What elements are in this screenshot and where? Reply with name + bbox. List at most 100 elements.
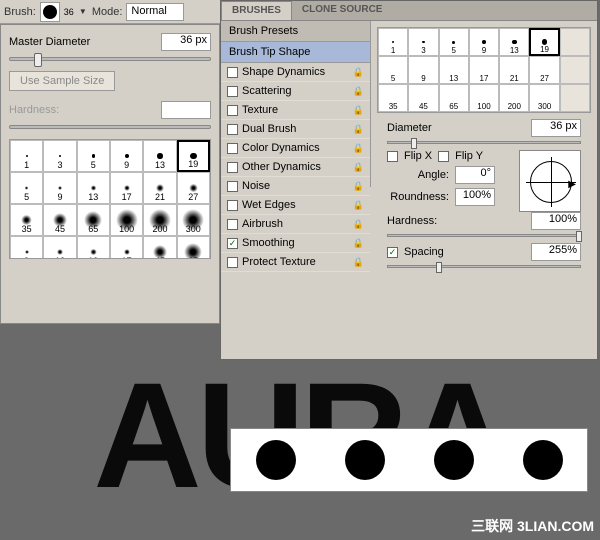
tip-shape-cell[interactable]: 35 [378, 84, 408, 112]
brush-preset-cell[interactable]: 65 [177, 236, 210, 259]
brush-preset-picker[interactable] [40, 2, 60, 22]
brush-preset-cell[interactable]: 17 [110, 236, 143, 259]
spacing-checkbox[interactable]: ✓ [387, 247, 398, 258]
lock-icon: 🔒 [353, 181, 364, 192]
brush-preset-cell[interactable]: 3 [43, 140, 76, 172]
brush-preset-cell[interactable]: 9 [10, 236, 43, 259]
tip-shape-cell[interactable]: 5 [378, 56, 408, 84]
master-diameter-slider[interactable] [9, 57, 211, 61]
brush-preset-cell[interactable]: 35 [10, 204, 43, 236]
spacing-slider[interactable] [387, 265, 581, 268]
brush-option-row[interactable]: Shape Dynamics🔒 [221, 63, 370, 82]
brush-preset-cell[interactable]: 9 [110, 140, 143, 172]
flipx-checkbox[interactable] [387, 151, 398, 162]
use-sample-size-button[interactable]: Use Sample Size [9, 71, 115, 91]
brush-presets-header[interactable]: Brush Presets [221, 21, 370, 42]
brush-label: Brush: [4, 6, 36, 18]
spacing-input[interactable]: 255% [531, 243, 581, 261]
brush-option-row[interactable]: ✓Smoothing🔒 [221, 234, 370, 253]
option-checkbox[interactable]: ✓ [227, 238, 238, 249]
tab-clone-source[interactable]: CLONE SOURCE [292, 1, 393, 20]
option-checkbox[interactable] [227, 162, 238, 173]
option-checkbox[interactable] [227, 124, 238, 135]
tip-shape-cell[interactable]: 21 [499, 56, 529, 84]
blend-mode-select[interactable]: Normal [126, 3, 183, 21]
brush-option-row[interactable]: Protect Texture🔒 [221, 253, 370, 272]
option-label: Texture [242, 104, 278, 116]
lock-icon: 🔒 [353, 238, 364, 249]
tip-shape-cell[interactable]: 1 [378, 28, 408, 56]
roundness-input[interactable]: 100% [455, 188, 495, 206]
option-checkbox[interactable] [227, 257, 238, 268]
brush-option-row[interactable]: Color Dynamics🔒 [221, 139, 370, 158]
diameter-input[interactable]: 36 px [531, 119, 581, 137]
brush-preset-cell[interactable]: 13 [143, 140, 176, 172]
brush-option-row[interactable]: Scattering🔒 [221, 82, 370, 101]
tip-shape-cell[interactable]: 13 [439, 56, 469, 84]
spacing-label: Spacing [404, 246, 444, 258]
tip-shape-cell[interactable]: 3 [408, 28, 438, 56]
tip-shape-cell[interactable]: 100 [469, 84, 499, 112]
brush-preset-cell[interactable]: 1 [10, 140, 43, 172]
brush-tip-shape-header[interactable]: Brush Tip Shape [221, 42, 370, 63]
brush-preset-cell[interactable]: 9 [43, 172, 76, 204]
option-checkbox[interactable] [227, 181, 238, 192]
option-label: Other Dynamics [242, 161, 321, 173]
angle-input[interactable]: 0° [455, 166, 495, 184]
brush-preset-cell[interactable]: 13 [43, 236, 76, 259]
brush-preset-cell[interactable]: 19 [77, 236, 110, 259]
option-checkbox[interactable] [227, 105, 238, 116]
master-diameter-input[interactable]: 36 px [161, 33, 211, 51]
tip-shape-cell[interactable]: 45 [408, 84, 438, 112]
tip-hardness-input[interactable]: 100% [531, 212, 581, 230]
tip-shape-cell[interactable]: 9 [408, 56, 438, 84]
tab-brushes[interactable]: BRUSHES [221, 1, 292, 20]
brush-preset-cell[interactable]: 45 [143, 236, 176, 259]
tip-shape-cell[interactable]: 200 [499, 84, 529, 112]
brush-option-row[interactable]: Airbrush🔒 [221, 215, 370, 234]
brush-preset-cell[interactable]: 13 [77, 172, 110, 204]
brush-option-row[interactable]: Texture🔒 [221, 101, 370, 120]
brush-preset-cell[interactable]: 300 [177, 204, 210, 236]
angle-roundness-widget[interactable]: ▶ [519, 150, 581, 212]
brush-option-row[interactable]: Wet Edges 🔒 [221, 196, 370, 215]
brush-preset-cell[interactable]: 5 [77, 140, 110, 172]
tip-shape-cell[interactable]: 19 [529, 28, 559, 56]
tip-hardness-slider[interactable] [387, 234, 581, 237]
brush-preset-cell[interactable]: 21 [143, 172, 176, 204]
tip-shape-cell[interactable]: 17 [469, 56, 499, 84]
tip-shape-cell[interactable]: 5 [439, 28, 469, 56]
tip-shape-cell[interactable]: 65 [439, 84, 469, 112]
tip-shape-cell[interactable]: 300 [529, 84, 559, 112]
brush-option-row[interactable]: Other Dynamics 🔒 [221, 158, 370, 177]
angle-label: Angle: [387, 169, 449, 181]
brush-preset-cell[interactable]: 45 [43, 204, 76, 236]
option-checkbox[interactable] [227, 143, 238, 154]
diameter-slider[interactable] [387, 141, 581, 144]
option-checkbox[interactable] [227, 200, 238, 211]
chevron-down-icon[interactable]: ▼ [78, 7, 88, 17]
flipy-checkbox[interactable] [438, 151, 449, 162]
brush-preset-grid[interactable]: 1359131959131721273545651002003009131917… [9, 139, 211, 259]
tip-shape-cell[interactable]: 13 [499, 28, 529, 56]
brush-preset-cell[interactable]: 5 [10, 172, 43, 204]
brush-preset-cell[interactable]: 27 [177, 172, 210, 204]
brush-preset-cell[interactable]: 19 [177, 140, 210, 172]
option-checkbox[interactable] [227, 86, 238, 97]
tip-shape-cell[interactable]: 9 [469, 28, 499, 56]
tip-shape-cell[interactable]: 27 [529, 56, 559, 84]
option-checkbox[interactable] [227, 219, 238, 230]
brush-preset-cell[interactable]: 65 [77, 204, 110, 236]
brush-option-row[interactable]: Dual Brush🔒 [221, 120, 370, 139]
brush-option-row[interactable]: Noise🔒 [221, 177, 370, 196]
option-checkbox[interactable] [227, 67, 238, 78]
brush-preset-cell[interactable]: 100 [110, 204, 143, 236]
roundness-label: Roundness: [387, 191, 449, 203]
brush-preset-cell[interactable]: 200 [143, 204, 176, 236]
lock-icon: 🔒 [353, 200, 364, 211]
lock-icon: 🔒 [353, 124, 364, 135]
option-label: Wet Edges [242, 199, 296, 211]
brush-preset-cell[interactable]: 17 [110, 172, 143, 204]
tip-shape-grid[interactable]: 135913195913172127354565100200300 [377, 27, 591, 113]
lock-icon: 🔒 [353, 162, 364, 173]
